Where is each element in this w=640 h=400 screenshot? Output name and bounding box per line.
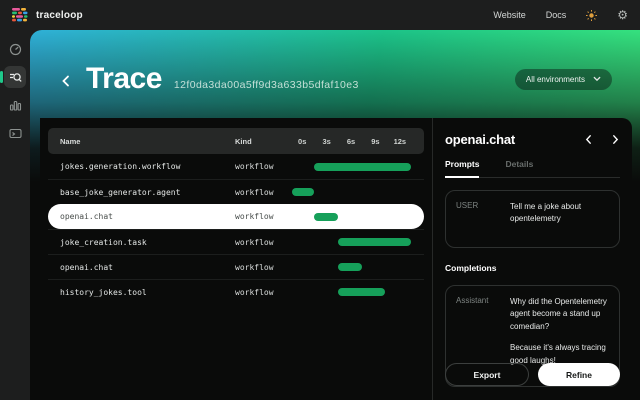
span-name: openai.chat <box>60 212 235 221</box>
tab-details[interactable]: Details <box>505 159 533 177</box>
content-area: Name Kind 0s 3s 6s 9s 12s jokes.generati… <box>40 118 632 400</box>
column-header-kind: Kind <box>235 137 290 146</box>
span-duration-bar <box>338 263 362 271</box>
span-timeline-cell <box>290 280 412 304</box>
axis-tick: 12s <box>388 137 412 146</box>
span-name: joke_creation.task <box>60 238 235 247</box>
brand[interactable]: traceloop <box>12 8 83 22</box>
axis-tick: 3s <box>314 137 338 146</box>
prev-span-chevron-icon[interactable] <box>584 134 593 145</box>
span-detail-panel: openai.chat Prompts Details <box>432 118 632 400</box>
completions-heading: Completions <box>445 263 620 273</box>
axis-tick: 9s <box>363 137 387 146</box>
panel-actions: Export Refine <box>445 363 620 386</box>
span-title: openai.chat <box>445 132 515 147</box>
prompt-message-card: USER Tell me a joke about opentelemetry <box>445 190 620 248</box>
table-header: Name Kind 0s 3s 6s 9s 12s <box>48 128 424 154</box>
sidebar-nav <box>0 30 30 400</box>
table-row[interactable]: joke_creation.task workflow <box>48 229 424 254</box>
span-kind: workflow <box>235 162 290 171</box>
span-name: base_joke_generator.agent <box>60 188 235 197</box>
span-duration-bar <box>338 288 384 296</box>
span-name: history_jokes.tool <box>60 288 235 297</box>
span-timeline-cell <box>290 255 412 279</box>
table-row[interactable]: jokes.generation.workflow workflow <box>48 154 424 179</box>
back-chevron-icon[interactable] <box>60 74 72 88</box>
playground-screen-icon <box>9 127 22 140</box>
traceloop-logo-icon <box>12 8 29 22</box>
trace-id: 12f0da3da00a5ff9d3a633b5dfaf10e3 <box>174 79 359 91</box>
environment-selector[interactable]: All environments <box>515 69 612 90</box>
message-text: Tell me a joke about opentelemetry <box>510 201 609 237</box>
chevron-down-icon <box>593 76 601 82</box>
trace-search-icon <box>9 71 22 84</box>
sidebar-item-dashboard[interactable] <box>4 38 26 60</box>
span-timeline-cell <box>290 180 412 204</box>
main-region: Trace 12f0da3da00a5ff9d3a633b5dfaf10e3 A… <box>30 30 640 400</box>
app-window: traceloop Website Docs ⚙ <box>0 0 640 400</box>
span-timeline-cell <box>290 154 412 179</box>
settings-gear-icon[interactable]: ⚙ <box>617 9 628 21</box>
table-row[interactable]: openai.chat workflow <box>48 254 424 279</box>
refine-button[interactable]: Refine <box>538 363 620 386</box>
sidebar-item-traces[interactable] <box>4 66 26 88</box>
timeline-axis: 0s 3s 6s 9s 12s <box>290 137 412 146</box>
completion-paragraph: Why did the Opentelemetry agent become a… <box>510 296 609 333</box>
span-kind: workflow <box>235 188 290 197</box>
detail-tabs: Prompts Details <box>445 159 620 178</box>
sidebar-item-playground[interactable] <box>4 122 26 144</box>
brand-name: traceloop <box>36 10 83 21</box>
message-role: USER <box>456 201 500 237</box>
website-link[interactable]: Website <box>493 10 525 20</box>
span-kind: workflow <box>235 288 290 297</box>
docs-link[interactable]: Docs <box>546 10 567 20</box>
span-kind: workflow <box>235 263 290 272</box>
span-duration-bar <box>292 188 314 196</box>
top-bar: traceloop Website Docs ⚙ <box>0 0 640 30</box>
span-duration-bar <box>338 238 412 246</box>
environment-selector-label: All environments <box>526 75 585 84</box>
axis-tick: 0s <box>290 137 314 146</box>
table-row[interactable]: base_joke_generator.agent workflow <box>48 179 424 204</box>
span-kind: workflow <box>235 238 290 247</box>
tab-prompts[interactable]: Prompts <box>445 159 479 178</box>
page-title: Trace <box>86 62 162 96</box>
axis-tick: 6s <box>339 137 363 146</box>
table-row[interactable]: history_jokes.tool workflow <box>48 279 424 304</box>
span-kind: workflow <box>235 212 290 221</box>
span-timeline-cell <box>290 230 412 254</box>
export-button[interactable]: Export <box>445 363 529 386</box>
spans-table: Name Kind 0s 3s 6s 9s 12s jokes.generati… <box>40 118 432 400</box>
trace-table-body: jokes.generation.workflow workflow base_… <box>48 154 424 304</box>
bar-chart-icon <box>9 99 22 112</box>
theme-toggle-sun-icon[interactable] <box>586 10 597 21</box>
column-header-name: Name <box>60 137 235 146</box>
span-name: jokes.generation.workflow <box>60 162 235 171</box>
table-row[interactable]: openai.chat workflow <box>48 204 424 229</box>
span-duration-bar <box>314 213 338 221</box>
span-duration-bar <box>314 163 410 171</box>
trace-header: Trace 12f0da3da00a5ff9d3a633b5dfaf10e3 A… <box>30 30 640 118</box>
span-name: openai.chat <box>60 263 235 272</box>
next-span-chevron-icon[interactable] <box>611 134 620 145</box>
span-timeline-cell <box>290 204 412 229</box>
gauge-icon <box>9 43 22 56</box>
sidebar-item-analytics[interactable] <box>4 94 26 116</box>
